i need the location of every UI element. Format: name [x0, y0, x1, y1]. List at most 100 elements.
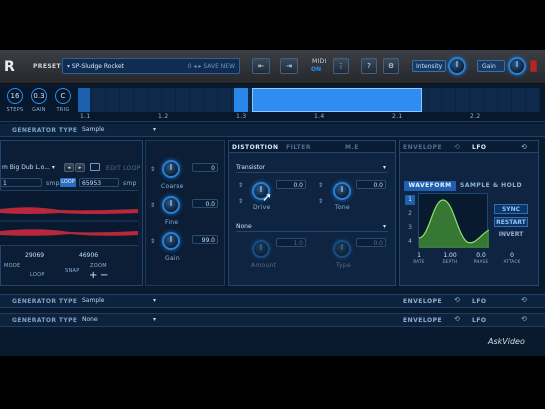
- seq-gain-control[interactable]: 0.3 GAIN: [28, 88, 50, 113]
- invert-button[interactable]: INVERT: [494, 230, 528, 240]
- zoom-in-button[interactable]: +: [89, 270, 97, 281]
- link-icon[interactable]: ⟲: [454, 315, 460, 323]
- sample-next-button[interactable]: ▸: [75, 163, 85, 172]
- edit-loop-button[interactable]: EDIT LOOP: [106, 165, 141, 172]
- link-icon[interactable]: ⟲: [521, 315, 527, 323]
- link-icon[interactable]: ⟲: [521, 296, 527, 304]
- fine-label: Fine: [165, 219, 179, 226]
- lfo-depth-label: DEPTH: [442, 259, 458, 264]
- coarse-value[interactable]: 0: [192, 163, 218, 172]
- slot-marker: ⇕: [238, 182, 244, 189]
- loop-start-field[interactable]: 29069: [22, 251, 58, 260]
- seq-gain-value: 0.3: [31, 88, 47, 104]
- step-selection[interactable]: [252, 88, 422, 112]
- lfo-phase-value: 0.0: [476, 252, 486, 259]
- generator-2-tab-envelope[interactable]: ENVELOPE: [403, 298, 442, 305]
- sample-prev-button[interactable]: ◂: [64, 163, 74, 172]
- distortion-1-type-select[interactable]: Transistor ▾: [236, 164, 388, 173]
- link-icon[interactable]: ⟲: [454, 143, 460, 151]
- preset-selector[interactable]: ▾ SP-Sludge Rocket 0 ◂ ▸ SAVE NEW: [62, 58, 240, 74]
- steps-control[interactable]: 16 STEPS: [4, 88, 26, 113]
- generator-3-tab-lfo[interactable]: LFO: [472, 317, 487, 324]
- intensity-knob[interactable]: [448, 57, 466, 75]
- zoom-out-button[interactable]: −: [100, 270, 108, 281]
- folder-icon[interactable]: [90, 163, 100, 171]
- lfo-waveform-display[interactable]: [418, 193, 490, 248]
- gain-label: Gain: [477, 60, 505, 72]
- fine-value[interactable]: 0.0: [192, 199, 218, 208]
- gear-icon: ⚙: [387, 62, 395, 70]
- lfo-rate[interactable]: 1 RATE: [408, 252, 430, 264]
- sample-name: m Big Dub L.o...: [2, 164, 50, 171]
- mode-label: MODE: [4, 263, 21, 269]
- fine-knob[interactable]: [162, 196, 180, 214]
- midi-menu-button[interactable]: ⋮: [333, 58, 349, 74]
- lfo-slot-2[interactable]: 2: [405, 209, 415, 219]
- step-active-2[interactable]: [234, 88, 248, 112]
- chevron-down-icon: ▾: [152, 297, 156, 304]
- redo-icon: ⇥: [286, 62, 292, 70]
- link-icon[interactable]: ⟲: [521, 143, 527, 151]
- restart-button[interactable]: RESTART: [494, 217, 528, 227]
- chevron-down-icon: ▾: [51, 164, 55, 171]
- type-knob[interactable]: [333, 240, 351, 258]
- drive-value[interactable]: 0.0: [276, 180, 306, 189]
- tab-sample-hold[interactable]: SAMPLE & HOLD: [460, 182, 522, 189]
- help-button[interactable]: ?: [361, 58, 377, 74]
- chevron-down-icon: ▾: [152, 316, 156, 323]
- tab-lfo[interactable]: LFO: [472, 144, 487, 151]
- tab-me[interactable]: M.E: [345, 144, 359, 151]
- loop-mode-select[interactable]: LOOP: [30, 272, 45, 278]
- gain-knob[interactable]: [508, 57, 526, 75]
- trig-control[interactable]: C TRIG: [52, 88, 74, 113]
- sample-start-field[interactable]: 1: [0, 178, 42, 187]
- sequencer-controls: 16 STEPS 0.3 GAIN C TRIG: [4, 88, 76, 118]
- amount-knob[interactable]: [252, 240, 270, 258]
- trig-label: TRIG: [56, 107, 70, 113]
- tab-distortion[interactable]: DISTORTION: [232, 144, 279, 151]
- gain-value[interactable]: 99.0: [192, 235, 218, 244]
- distortion-2-type-select[interactable]: None ▾: [236, 223, 388, 232]
- generator-3-type-select[interactable]: None ▾: [82, 316, 156, 325]
- lfo-depth[interactable]: 1.00 DEPTH: [438, 252, 462, 264]
- loop-end-field[interactable]: 46906: [76, 251, 112, 260]
- askvideo-watermark: AskVideo: [488, 337, 525, 346]
- redo-button[interactable]: ⇥: [280, 58, 298, 74]
- tone-value[interactable]: 0.0: [356, 180, 386, 189]
- waveform-display[interactable]: [0, 190, 138, 246]
- loop-toggle[interactable]: LOOP: [60, 178, 76, 187]
- tab-envelope[interactable]: ENVELOPE: [403, 144, 442, 151]
- sample-name-select[interactable]: m Big Dub L.o... ▾: [0, 163, 62, 173]
- generator-1-type-select[interactable]: Sample ▾: [82, 126, 156, 135]
- app-logo: R: [4, 59, 15, 75]
- undo-button[interactable]: ⇤: [252, 58, 270, 74]
- tab-filter[interactable]: FILTER: [286, 144, 311, 151]
- generator-1-type-label: GENERATOR TYPE: [12, 127, 78, 134]
- lfo-phase[interactable]: 0.0 PHASE: [470, 252, 492, 264]
- generator-2-type-select[interactable]: Sample ▾: [82, 297, 156, 306]
- undo-icon: ⇤: [258, 62, 264, 70]
- ruler-tick: 2.1: [392, 113, 403, 120]
- type-value[interactable]: 0.0: [356, 238, 386, 247]
- midi-toggle[interactable]: ON: [311, 66, 321, 73]
- lfo-slot-3[interactable]: 3: [405, 223, 415, 233]
- generator-3-tab-envelope[interactable]: ENVELOPE: [403, 317, 442, 324]
- lfo-attack[interactable]: 0 ATTACK: [500, 252, 524, 264]
- tone-label: Tone: [335, 204, 351, 211]
- gain-knob[interactable]: [162, 232, 180, 250]
- link-icon[interactable]: ⟲: [454, 296, 460, 304]
- lfo-slot-4[interactable]: 4: [405, 237, 415, 247]
- lfo-slot-1[interactable]: 1: [405, 195, 415, 205]
- clip-indicator: [530, 60, 537, 72]
- sample-end-field[interactable]: 65953: [79, 178, 119, 187]
- amount-value[interactable]: 1.0: [276, 238, 306, 247]
- tab-waveform[interactable]: WAVEFORM: [404, 181, 456, 191]
- settings-button[interactable]: ⚙: [383, 58, 399, 74]
- generator-2-type-value: Sample: [82, 297, 105, 304]
- tone-knob[interactable]: [333, 182, 351, 200]
- step-active-1[interactable]: [78, 88, 90, 112]
- sync-button[interactable]: SYNC: [494, 204, 528, 214]
- preset-actions[interactable]: 0 ◂ ▸ SAVE NEW: [188, 63, 235, 70]
- coarse-knob[interactable]: [162, 160, 180, 178]
- generator-2-tab-lfo[interactable]: LFO: [472, 298, 487, 305]
